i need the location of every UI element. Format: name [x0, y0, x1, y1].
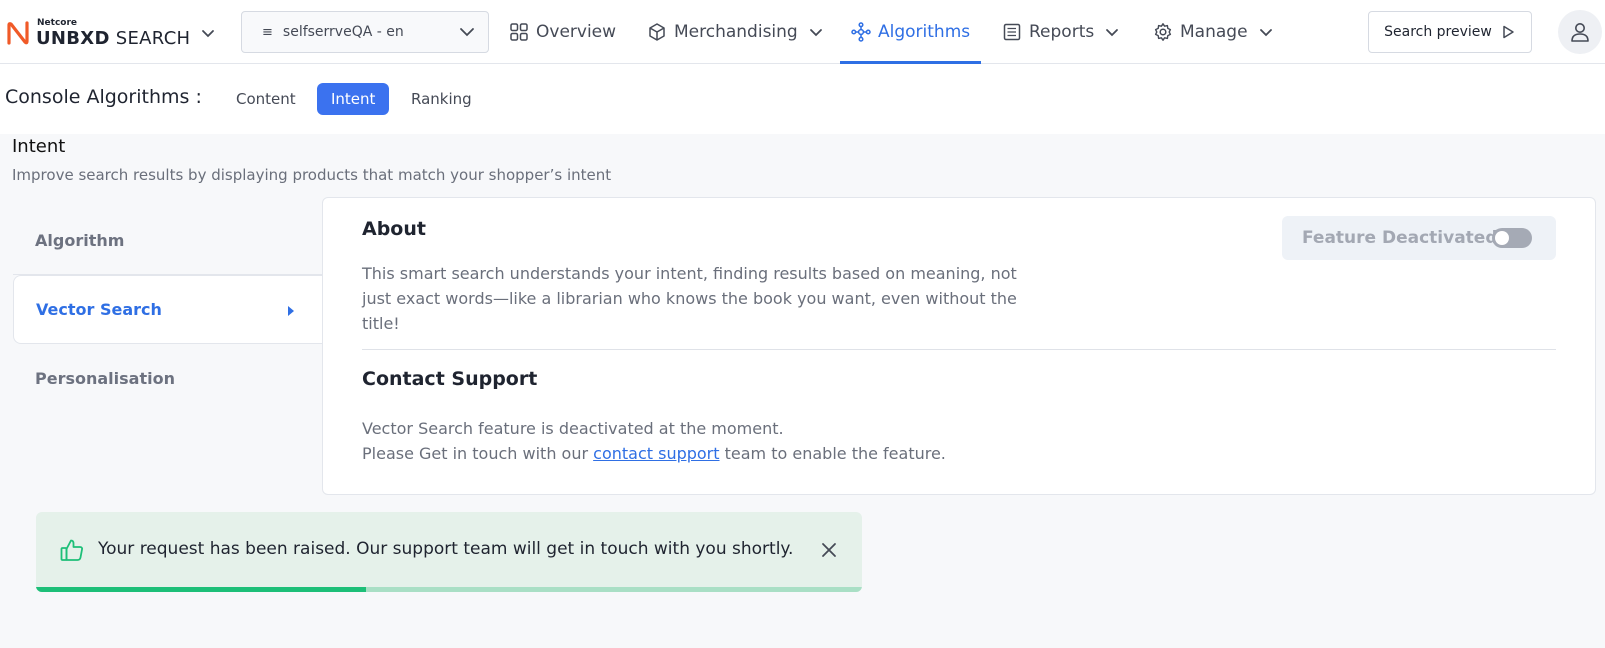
site-selector-dropdown[interactable]: ≡ selfserrveQA - en: [241, 11, 489, 53]
top-navigation-bar: Netcore UNBXD SEARCH ≡ selfserrveQA - en…: [0, 0, 1605, 64]
logo-small-text: Netcore: [37, 17, 77, 28]
contact-support-text: Vector Search feature is deactivated at …: [362, 416, 946, 466]
network-icon: [851, 22, 871, 42]
chevron-down-icon: [1106, 29, 1119, 37]
console-algorithms-bar: Console Algorithms : Content Intent Rank…: [0, 64, 1605, 134]
nav-algorithms-label: Algorithms: [878, 22, 971, 42]
nav-overview-label: Overview: [536, 22, 617, 42]
toast-progress-fill: [36, 587, 367, 592]
nav-merchandising-label: Merchandising: [674, 22, 798, 42]
chevron-down-icon: [809, 29, 822, 37]
contact-support-link[interactable]: contact support: [593, 444, 719, 463]
netcore-logo-mark-icon: [7, 21, 29, 45]
user-avatar[interactable]: [1558, 10, 1602, 54]
grid-icon: [510, 23, 528, 41]
toast-message: Your request has been raised. Our suppor…: [98, 539, 794, 559]
user-icon: [1571, 23, 1589, 42]
search-preview-label: Search preview: [1384, 24, 1492, 40]
thumbs-up-icon: [60, 539, 83, 561]
chevron-down-icon: [202, 30, 215, 38]
caret-right-icon: [288, 306, 294, 316]
contact-line-2-prefix: Please Get in touch with our: [362, 444, 589, 463]
feature-toggle[interactable]: [1492, 228, 1532, 248]
divider: [362, 349, 1556, 350]
contact-support-heading: Contact Support: [362, 368, 538, 390]
sidebar-item-vector-search[interactable]: Vector Search: [13, 275, 323, 344]
nav-reports-label: Reports: [1029, 22, 1095, 42]
tab-intent[interactable]: Intent: [317, 83, 390, 115]
menu-lines-icon: ≡: [262, 24, 273, 40]
sidebar-item-label: Vector Search: [36, 300, 162, 319]
site-selector-value: selfserrveQA - en: [282, 24, 404, 40]
contact-line-1: Vector Search feature is deactivated at …: [362, 419, 784, 438]
chevron-down-icon: [1259, 29, 1272, 37]
tab-ranking[interactable]: Ranking: [397, 83, 486, 115]
section-description: Improve search results by displaying pro…: [12, 166, 612, 184]
cube-icon: [649, 23, 665, 41]
search-preview-button[interactable]: Search preview: [1368, 11, 1532, 53]
logo-brand-light: SEARCH: [115, 27, 191, 49]
sidebar-item-label: Algorithm: [35, 231, 125, 250]
netcore-unbxd-logo[interactable]: Netcore UNBXD SEARCH: [6, 17, 216, 49]
chevron-down-icon: [460, 28, 474, 37]
nav-algorithms[interactable]: Algorithms: [839, 0, 982, 64]
about-heading: About: [362, 218, 426, 240]
toast-progress-track: [36, 587, 862, 592]
nav-reports[interactable]: Reports: [1002, 0, 1120, 64]
sidebar-item-label: Personalisation: [35, 368, 175, 388]
success-toast: Your request has been raised. Our suppor…: [36, 512, 862, 592]
feature-status-label: Feature Deactivated: [1302, 228, 1498, 248]
nav-manage[interactable]: Manage: [1153, 0, 1274, 64]
sidebar-item-personalisation[interactable]: Personalisation: [13, 344, 323, 412]
gear-icon: [1154, 23, 1172, 41]
close-icon[interactable]: [820, 541, 838, 559]
console-title: Console Algorithms :: [5, 86, 202, 108]
tab-content[interactable]: Content: [222, 83, 310, 115]
play-icon: [1503, 25, 1514, 39]
about-text: This smart search understands your inten…: [362, 264, 1017, 333]
sidebar-item-algorithm[interactable]: Algorithm: [13, 207, 323, 275]
report-icon: [1003, 23, 1021, 41]
vector-search-card: About This smart search understands your…: [322, 197, 1596, 495]
section-title: Intent: [12, 136, 66, 157]
contact-line-2-suffix: team to enable the feature.: [724, 444, 946, 463]
nav-merchandising[interactable]: Merchandising: [647, 0, 824, 64]
feature-status-panel: Feature Deactivated: [1282, 216, 1556, 260]
logo-brand-bold: UNBXD: [36, 27, 110, 49]
nav-manage-label: Manage: [1180, 22, 1248, 42]
nav-overview[interactable]: Overview: [509, 0, 616, 64]
